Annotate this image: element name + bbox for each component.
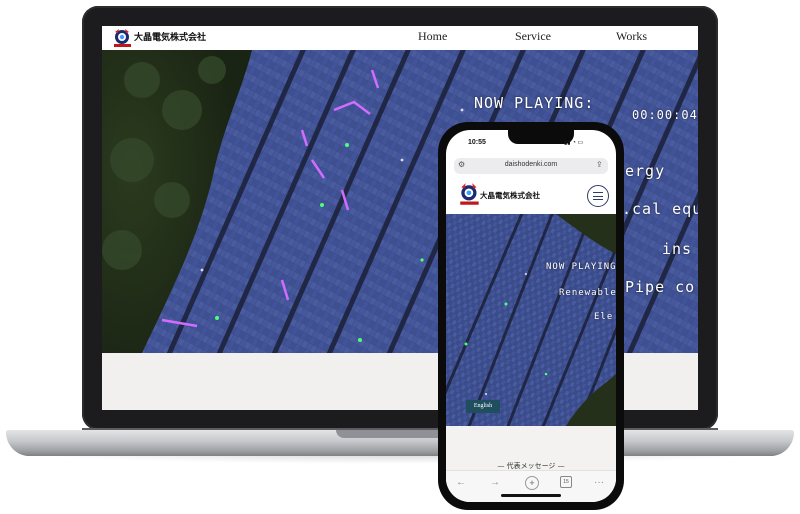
phone-logo-text[interactable]: 大晶電気株式会社 [480,190,540,201]
phone-hero-video[interactable]: NOW PLAYING Renewable Ele [446,214,616,426]
overlay-line-2: .cal equ [622,200,698,218]
company-emblem-icon[interactable] [458,182,482,208]
arrow-right-icon[interactable]: → [490,477,500,488]
address-bar[interactable]: ⚙ daishodenki.com ⇪ [454,158,608,174]
status-time: 10:55 [468,139,486,146]
overlay-line-3: ins [662,240,693,258]
url-text[interactable]: daishodenki.com [454,161,608,168]
site-header: 大晶電気株式会社 Home Service Works [102,26,698,50]
now-playing-label: NOW PLAYING: [474,94,595,112]
hamburger-menu-icon[interactable] [587,185,609,207]
ellipsis-icon[interactable]: ··· [594,477,604,488]
nav-home[interactable]: Home [418,29,447,44]
phone-site-header: 大晶電気株式会社 [446,178,616,214]
overlay-line-4: Pipe co [625,278,696,296]
phone-screen: 10:55 ▮▮ ◔ ▭ ⚙ daishodenki.com ⇪ 大晶電気株式会… [446,130,616,502]
tabs-icon[interactable]: 15 [560,476,572,488]
site-logo-text[interactable]: 大晶電気株式会社 [134,30,206,43]
nav-works[interactable]: Works [616,29,647,44]
solar-farm-aerial-image [446,214,616,426]
arrow-left-icon[interactable]: ← [456,477,466,488]
phone-overlay-line-1: Renewable [559,288,616,298]
english-button[interactable]: English [466,400,500,413]
status-icons: ▮▮ ◔ ▭ [564,140,584,146]
home-indicator [501,494,561,497]
overlay-line-1: ergy [625,162,666,180]
timer-readout: 00:00:04: [632,108,698,122]
company-emblem-icon[interactable] [112,28,134,48]
phone-overlay-line-2: Ele [594,312,614,322]
phone-now-playing: NOW PLAYING [546,262,616,272]
share-icon[interactable]: ⇪ [596,160,603,169]
nav-service[interactable]: Service [515,29,551,44]
browser-toolbar: ← → + 15 ··· [446,470,616,502]
plus-icon[interactable]: + [525,476,539,490]
